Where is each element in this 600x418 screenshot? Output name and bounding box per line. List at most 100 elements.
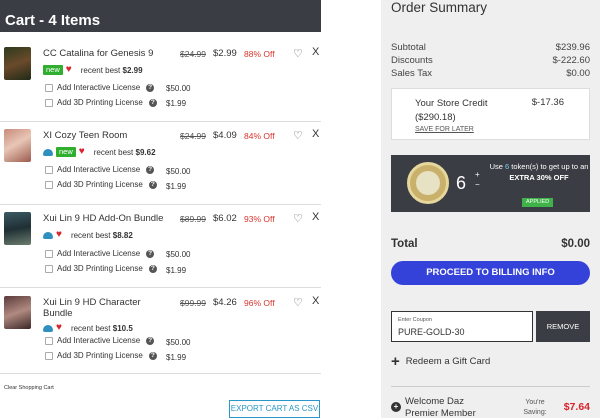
interactive-license-option[interactable]: Add Interactive License ? xyxy=(45,336,155,345)
recent-best-label: recent best xyxy=(93,147,134,157)
interactive-license-checkbox[interactable] xyxy=(45,249,53,258)
printing-license-checkbox[interactable] xyxy=(45,180,53,189)
coupon-label: Enter Coupon xyxy=(398,317,432,323)
original-price: $24.99 xyxy=(180,131,206,141)
plus-circle-icon[interactable]: + xyxy=(391,402,401,412)
wishlist-heart-icon[interactable]: ♡ xyxy=(293,296,303,309)
heart-icon: ♥ xyxy=(56,229,62,240)
item-badges: new ♥ recent best $2.99 xyxy=(43,65,143,75)
help-icon[interactable]: ? xyxy=(148,180,157,189)
new-badge: new xyxy=(56,147,76,157)
redeem-gift-card[interactable]: + Redeem a Gift Card xyxy=(391,354,491,369)
cart-title: Cart - 4 Items xyxy=(5,12,101,29)
printing-license-label: Add 3D Printing License xyxy=(57,180,143,189)
help-icon[interactable]: ? xyxy=(148,98,157,107)
wishlist-heart-icon[interactable]: ♡ xyxy=(293,129,303,142)
help-icon[interactable]: ? xyxy=(148,264,157,273)
wishlist-heart-icon[interactable]: ♡ xyxy=(293,212,303,225)
product-title[interactable]: Xui Lin 9 HD Character Bundle xyxy=(43,297,163,319)
interactive-license-checkbox[interactable] xyxy=(45,83,53,92)
product-thumbnail[interactable] xyxy=(4,47,31,80)
coupon-value[interactable]: PURE-GOLD-30 xyxy=(398,327,465,337)
pa-icon xyxy=(43,148,53,156)
cart-header: Cart - 4 Items xyxy=(0,0,321,32)
remove-item-button[interactable]: X xyxy=(312,46,319,58)
interactive-license-checkbox[interactable] xyxy=(45,336,53,345)
printing-license-checkbox[interactable] xyxy=(45,264,53,273)
sale-price: $2.99 xyxy=(213,48,237,59)
applied-badge: APPLIED xyxy=(522,198,554,207)
divider xyxy=(391,386,590,387)
tax-label: Sales Tax xyxy=(391,68,433,79)
printing-license-price: $1.99 xyxy=(166,353,187,362)
interactive-license-price: $50.00 xyxy=(166,250,191,259)
cart-panel: Cart - 4 Items CC Catalina for Genesis 9… xyxy=(0,0,321,418)
recent-best-label: recent best xyxy=(70,230,111,240)
token-plus-button[interactable]: + xyxy=(475,170,480,180)
recent-best-price: $8.82 xyxy=(112,230,133,240)
premier-saving-amount: $7.64 xyxy=(563,401,590,413)
printing-license-option[interactable]: Add 3D Printing License ? xyxy=(45,351,157,360)
printing-license-price: $1.99 xyxy=(166,266,187,275)
printing-license-price: $1.99 xyxy=(166,182,187,191)
total-value: $0.00 xyxy=(561,238,590,250)
product-title[interactable]: CC Catalina for Genesis 9 xyxy=(43,48,153,59)
new-badge: new xyxy=(43,65,63,75)
original-price: $24.99 xyxy=(180,49,206,59)
token-count: 6 xyxy=(456,173,467,193)
interactive-license-label: Add Interactive License xyxy=(57,336,141,345)
total-row: Total $0.00 xyxy=(391,238,590,250)
interactive-license-option[interactable]: Add Interactive License ? xyxy=(45,165,155,174)
token-text-bold: EXTRA 30% OFF xyxy=(509,173,569,182)
interactive-license-checkbox[interactable] xyxy=(45,165,53,174)
printing-license-checkbox[interactable] xyxy=(45,98,53,107)
interactive-license-price: $50.00 xyxy=(166,167,191,176)
interactive-license-label: Add Interactive License xyxy=(57,249,141,258)
help-icon[interactable]: ? xyxy=(148,351,157,360)
order-summary-title: Order Summary xyxy=(391,0,488,15)
original-price: $99.99 xyxy=(180,298,206,308)
interactive-license-option[interactable]: Add Interactive License ? xyxy=(45,249,155,258)
recent-best: recent best $10.5 xyxy=(71,324,133,333)
original-price: $89.99 xyxy=(180,214,206,224)
token-stepper[interactable]: + − xyxy=(475,170,480,190)
product-thumbnail[interactable] xyxy=(4,212,31,245)
token-coin-icon xyxy=(407,162,449,204)
remove-item-button[interactable]: X xyxy=(312,128,319,140)
coupon-input[interactable]: Enter Coupon PURE-GOLD-30 xyxy=(391,311,533,342)
product-thumbnail[interactable] xyxy=(4,129,31,162)
interactive-license-option[interactable]: Add Interactive License ? xyxy=(45,83,155,92)
printing-license-option[interactable]: Add 3D Printing License ? xyxy=(45,180,157,189)
sale-price: $4.26 xyxy=(213,297,237,308)
total-label: Total xyxy=(391,238,418,250)
help-icon[interactable]: ? xyxy=(146,165,155,174)
export-csv-button[interactable]: EXPORT CART AS CSV xyxy=(229,400,320,418)
remove-item-button[interactable]: X xyxy=(312,211,319,223)
clear-cart-link[interactable]: Clear Shopping Cart xyxy=(4,385,54,391)
product-thumbnail[interactable] xyxy=(4,296,31,329)
sale-price: $6.02 xyxy=(213,213,237,224)
save-for-later-link[interactable]: SAVE FOR LATER xyxy=(415,126,474,133)
help-icon[interactable]: ? xyxy=(146,336,155,345)
gift-card-label: Redeem a Gift Card xyxy=(405,356,491,367)
wishlist-heart-icon[interactable]: ♡ xyxy=(293,47,303,60)
remove-coupon-button[interactable]: REMOVE xyxy=(536,311,590,342)
help-icon[interactable]: ? xyxy=(146,249,155,258)
product-title[interactable]: XI Cozy Teen Room xyxy=(43,130,127,141)
tax-value: $0.00 xyxy=(566,68,590,79)
order-summary-panel: Order Summary Subtotal $239.96 Discounts… xyxy=(381,0,600,418)
remove-item-button[interactable]: X xyxy=(312,295,319,307)
help-icon[interactable]: ? xyxy=(146,83,155,92)
printing-license-option[interactable]: Add 3D Printing License ? xyxy=(45,98,157,107)
printing-license-option[interactable]: Add 3D Printing License ? xyxy=(45,264,157,273)
subtotal-row: Subtotal $239.96 xyxy=(391,42,590,53)
product-title[interactable]: Xui Lin 9 HD Add-On Bundle xyxy=(43,213,163,224)
cart-item: Xui Lin 9 HD Add-On Bundle $89.99 $6.02 … xyxy=(0,210,321,288)
interactive-license-label: Add Interactive License xyxy=(57,165,141,174)
proceed-to-billing-button[interactable]: PROCEED TO BILLING INFO xyxy=(391,261,590,285)
item-badges: ♥ recent best $10.5 xyxy=(43,323,133,333)
discounts-row: Discounts $-222.60 xyxy=(391,55,590,66)
token-minus-button[interactable]: − xyxy=(475,180,480,190)
printing-license-checkbox[interactable] xyxy=(45,351,53,360)
token-text-pre: Use xyxy=(489,162,503,171)
